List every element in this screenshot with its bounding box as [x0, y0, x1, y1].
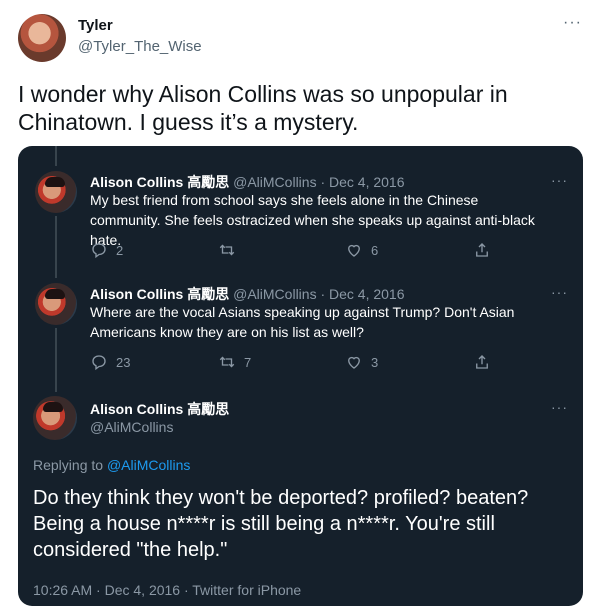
reply-button[interactable]: 2: [90, 241, 123, 259]
replying-prefix: Replying to: [33, 457, 107, 473]
retweet-button[interactable]: [218, 241, 244, 259]
share-icon: [476, 355, 488, 369]
thread-line: [55, 328, 57, 392]
tweet-author-name[interactable]: Alison Collins 高勵思: [90, 174, 229, 190]
reply-icon: [92, 355, 106, 371]
tweet-author-name[interactable]: Alison Collins 高勵思: [90, 399, 229, 419]
like-count: 6: [371, 242, 379, 258]
tweet-text: I wonder why Alison Collins was so unpop…: [18, 81, 508, 135]
tweet-handle[interactable]: @AliMCollins: [90, 419, 173, 435]
tweet-text: Do they think they won't be deported? pr…: [33, 487, 529, 561]
reply-button[interactable]: 23: [90, 353, 130, 371]
tweet-handle-date[interactable]: @AliMCollins · Dec 4, 2016: [233, 174, 404, 190]
thread-line: [55, 216, 57, 278]
like-count: 3: [371, 354, 379, 370]
more-options-icon[interactable]: ···: [551, 172, 568, 188]
author-name[interactable]: Tyler: [78, 17, 113, 34]
more-options-icon[interactable]: ···: [563, 14, 582, 32]
share-icon: [476, 243, 488, 257]
like-button[interactable]: 6: [345, 241, 378, 259]
tweet-text: Where are the vocal Asians speaking up a…: [90, 304, 515, 340]
avatar-alison[interactable]: [33, 396, 77, 440]
reply-count: 2: [116, 242, 124, 258]
replying-to: Replying to @AliMCollins: [33, 457, 190, 473]
more-options-icon[interactable]: ···: [551, 284, 568, 300]
avatar-alison[interactable]: [35, 283, 77, 325]
more-options-icon[interactable]: ···: [551, 399, 568, 415]
like-button[interactable]: 3: [345, 353, 378, 371]
tweet-header: Alison Collins 高勵思 @AliMCollins · Dec 4,…: [90, 172, 405, 192]
retweet-count: 7: [244, 354, 252, 370]
retweet-icon: [219, 244, 235, 256]
like-icon: [348, 244, 360, 257]
share-button[interactable]: [473, 241, 491, 259]
like-icon: [348, 356, 360, 369]
reply-icon: [92, 243, 106, 259]
reply-count: 23: [116, 354, 131, 370]
embedded-thread-card: Alison Collins 高勵思 @AliMCollins · Dec 4,…: [18, 146, 583, 606]
tweet-author-name[interactable]: Alison Collins 高勵思: [90, 286, 229, 302]
tweet-timestamp[interactable]: 10:26 AM · Dec 4, 2016 · Twitter for iPh…: [33, 582, 301, 598]
avatar-tyler[interactable]: [18, 14, 66, 62]
tweet-header: Alison Collins 高勵思 @AliMCollins · Dec 4,…: [90, 284, 405, 304]
share-button[interactable]: [473, 353, 491, 371]
tweet-handle-date[interactable]: @AliMCollins · Dec 4, 2016: [233, 286, 404, 302]
replying-to-link[interactable]: @AliMCollins: [107, 457, 190, 473]
avatar-alison[interactable]: [35, 171, 77, 213]
retweet-button[interactable]: 7: [218, 353, 251, 371]
retweet-icon: [219, 356, 235, 368]
thread-line: [55, 146, 57, 166]
author-handle[interactable]: @Tyler_The_Wise: [78, 38, 202, 55]
